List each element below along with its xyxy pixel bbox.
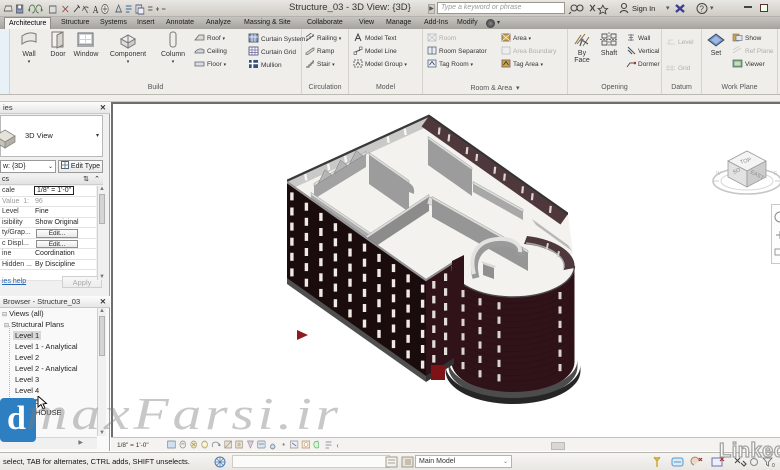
svg-text:0: 0 xyxy=(772,463,775,469)
svg-text:W: W xyxy=(716,171,721,177)
svg-text:E: E xyxy=(774,171,778,177)
svg-text:‹: ‹ xyxy=(337,440,340,450)
